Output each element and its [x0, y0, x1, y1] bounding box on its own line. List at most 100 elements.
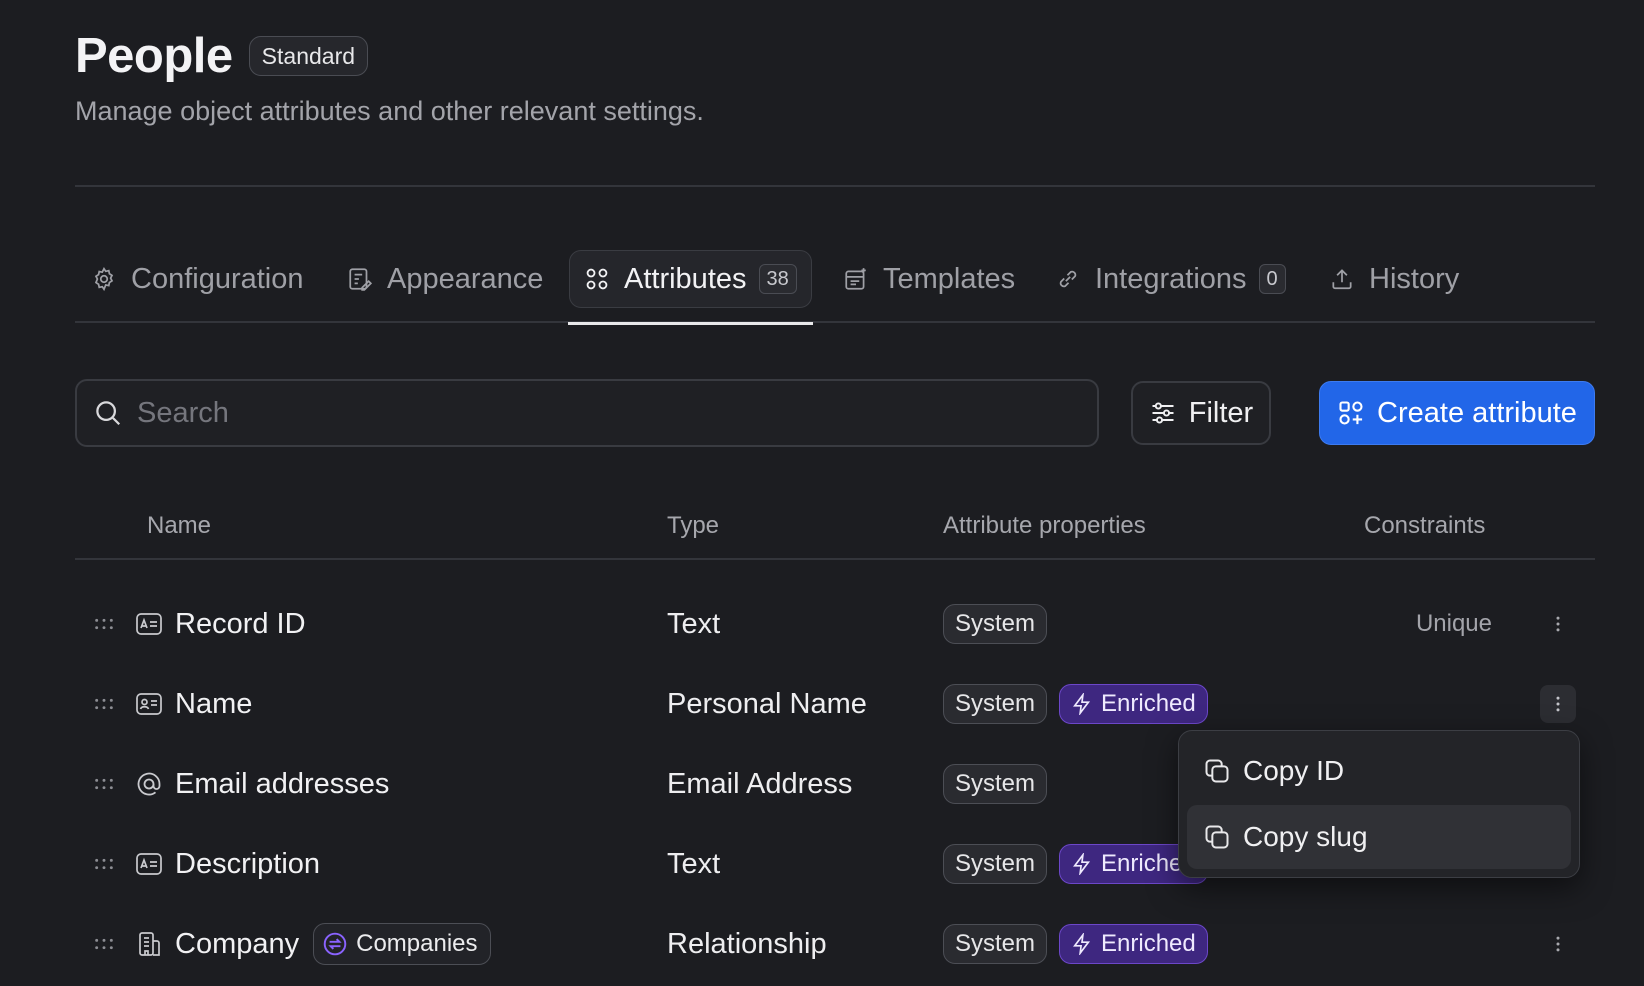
attribute-properties: System — [943, 744, 1048, 824]
column-header-properties[interactable]: Attribute properties — [943, 512, 1146, 540]
title-row: People Standard — [75, 28, 704, 84]
enriched-badge: Enriched — [1059, 924, 1208, 964]
building-icon — [135, 904, 163, 984]
attribute-type: Text — [667, 607, 721, 640]
at-sign-icon — [135, 744, 163, 824]
link-icon — [1059, 270, 1077, 288]
table-row[interactable]: Company Companies Relationship System En… — [75, 904, 1595, 984]
attribute-name: Company — [175, 927, 300, 960]
grid-circles-icon — [586, 268, 608, 290]
column-header-type[interactable]: Type — [667, 512, 719, 540]
text-field-icon — [135, 584, 163, 664]
system-badge: System — [943, 844, 1048, 884]
attribute-type: Personal Name — [667, 687, 867, 720]
tab-label: History — [1369, 262, 1460, 295]
attribute-type: Email Address — [667, 767, 853, 800]
row-actions — [1540, 584, 1576, 664]
drag-handle-icon[interactable] — [93, 824, 115, 904]
attribute-name-cell: Company Companies — [175, 904, 491, 984]
drag-handle-icon[interactable] — [93, 584, 115, 664]
create-attribute-button[interactable]: Create attribute — [1319, 381, 1595, 445]
create-attribute-label: Create attribute — [1377, 396, 1577, 429]
attribute-properties: System — [943, 584, 1048, 664]
relationship-icon — [323, 932, 347, 956]
filter-label: Filter — [1188, 396, 1254, 429]
attribute-type: Text — [667, 847, 721, 880]
search-box[interactable] — [75, 379, 1099, 447]
attribute-name: Description — [175, 847, 321, 880]
row-context-menu: Copy ID Copy slug — [1178, 730, 1580, 878]
tab-label: Attributes — [624, 262, 747, 295]
menu-item-copy-id[interactable]: Copy ID — [1187, 739, 1571, 803]
more-options-button[interactable] — [1540, 685, 1576, 723]
copy-icon — [1205, 825, 1229, 849]
lightning-icon — [1073, 933, 1091, 955]
text-field-icon — [135, 824, 163, 904]
table-row[interactable]: Record ID Text System Unique — [75, 584, 1595, 664]
system-badge: System — [943, 684, 1048, 724]
copy-icon — [1205, 759, 1229, 783]
system-badge: System — [943, 604, 1048, 644]
tab-attributes[interactable]: Attributes 38 — [568, 250, 813, 325]
attributes-count-badge: 38 — [758, 264, 797, 294]
enriched-label: Enriched — [1101, 690, 1196, 717]
add-attribute-icon — [1339, 401, 1363, 425]
row-actions — [1540, 904, 1576, 984]
enriched-badge: Enriched — [1059, 684, 1208, 724]
tab-label: Configuration — [131, 262, 304, 295]
attribute-name: Record ID — [175, 607, 306, 640]
column-header-name[interactable]: Name — [147, 512, 211, 540]
attribute-name: Email addresses — [175, 767, 390, 800]
attributes-settings-page: People Standard Manage object attributes… — [0, 0, 1644, 986]
templates-icon — [845, 268, 866, 290]
tab-bar: Configuration Appearance Attributes 38 T… — [75, 250, 1595, 325]
drag-handle-icon[interactable] — [93, 904, 115, 984]
gear-icon — [94, 266, 114, 292]
integrations-count-badge: 0 — [1258, 264, 1286, 294]
attribute-properties: System Enriched — [943, 904, 1208, 984]
tab-configuration[interactable]: Configuration — [91, 250, 304, 308]
system-badge: System — [943, 924, 1048, 964]
tab-label: Appearance — [387, 262, 544, 295]
lightning-icon — [1073, 693, 1091, 715]
companies-relation-chip[interactable]: Companies — [313, 923, 491, 965]
table-header-divider — [75, 558, 1595, 560]
tab-label: Integrations — [1095, 262, 1247, 295]
menu-item-copy-slug[interactable]: Copy slug — [1187, 805, 1571, 869]
attribute-name: Name — [175, 687, 253, 720]
search-icon — [96, 401, 121, 426]
id-card-icon — [135, 664, 163, 744]
upload-icon — [1332, 269, 1352, 290]
menu-item-label: Copy ID — [1243, 755, 1345, 786]
page-subtitle: Manage object attributes and other relev… — [75, 96, 704, 126]
constraint-label: Unique — [1415, 610, 1492, 637]
system-badge: System — [943, 764, 1048, 804]
tab-appearance[interactable]: Appearance — [347, 250, 543, 308]
companies-chip-label: Companies — [356, 930, 478, 957]
more-options-button[interactable] — [1540, 925, 1576, 963]
tab-label: Templates — [883, 262, 1016, 295]
page-header: People Standard Manage object attributes… — [75, 28, 704, 127]
more-vertical-icon — [1556, 696, 1560, 712]
sliders-icon — [1152, 402, 1174, 424]
more-options-button[interactable] — [1540, 605, 1576, 643]
attribute-properties: System Enriched — [943, 664, 1208, 744]
drag-handle-icon[interactable] — [93, 664, 115, 744]
attribute-properties: System Enriched — [943, 824, 1208, 904]
tab-integrations[interactable]: Integrations 0 — [1055, 250, 1286, 308]
column-header-constraints[interactable]: Constraints — [1364, 512, 1485, 540]
page-title: People — [75, 29, 233, 83]
enriched-label: Enriched — [1101, 930, 1196, 957]
more-vertical-icon — [1556, 936, 1560, 952]
menu-item-label: Copy slug — [1243, 821, 1368, 852]
header-divider — [75, 185, 1595, 187]
filter-button[interactable]: Filter — [1131, 381, 1271, 445]
drag-handle-icon[interactable] — [93, 744, 115, 824]
tab-templates[interactable]: Templates — [843, 250, 1015, 308]
palette-card-icon — [349, 268, 373, 291]
attribute-type: Relationship — [667, 927, 827, 960]
tab-history[interactable]: History — [1329, 250, 1459, 308]
lightning-icon — [1073, 853, 1091, 875]
more-vertical-icon — [1556, 616, 1560, 632]
search-input[interactable] — [137, 396, 1037, 430]
